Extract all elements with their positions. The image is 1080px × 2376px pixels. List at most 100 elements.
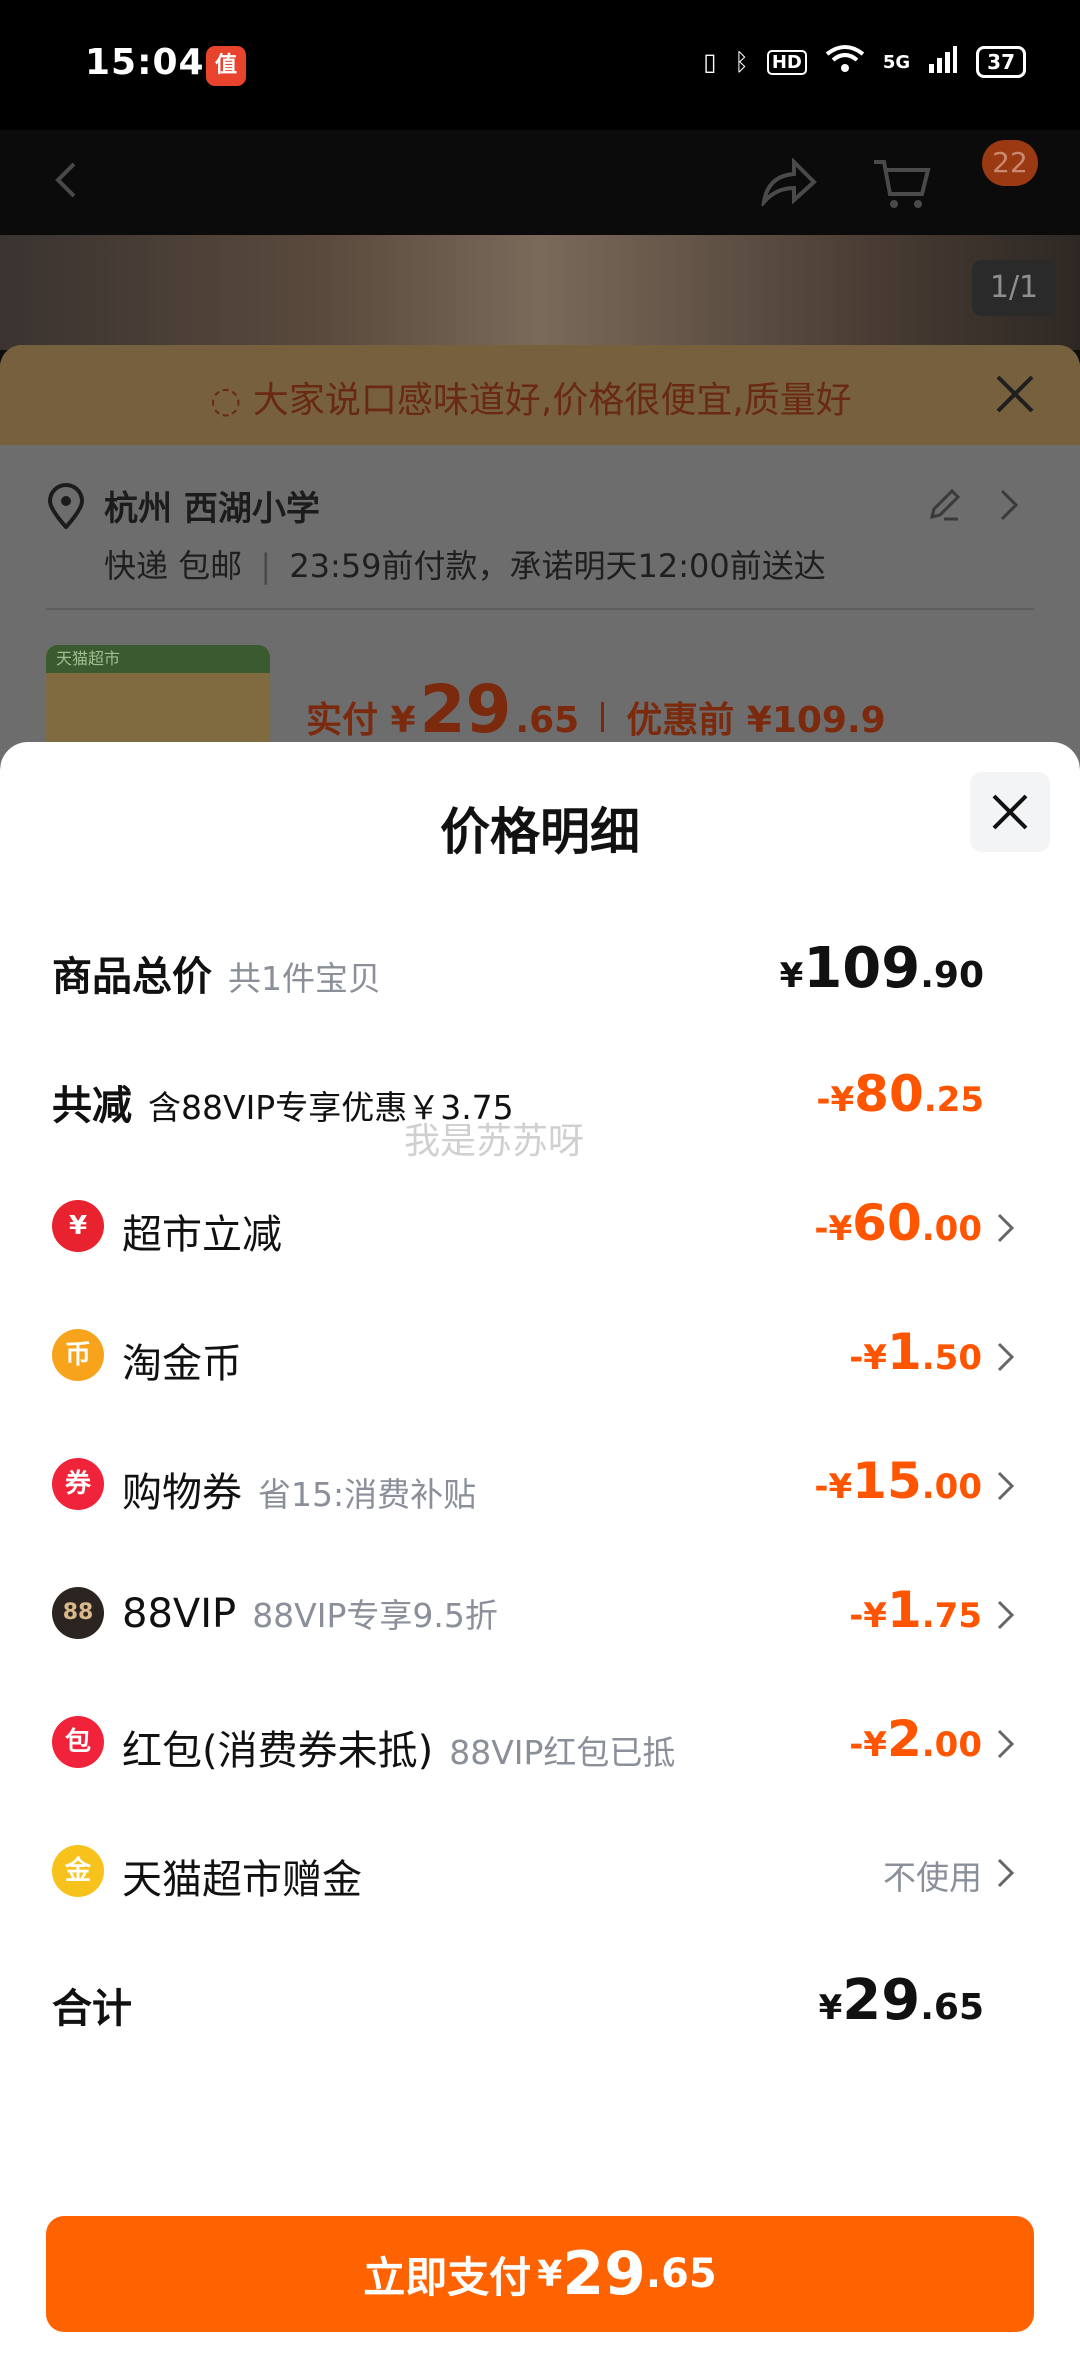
- amount-int: 2: [886, 1710, 922, 1768]
- red-packet-icon: 包: [52, 1716, 104, 1768]
- edit-address-icon[interactable]: [924, 485, 964, 525]
- amount-int: 29: [562, 2239, 646, 2309]
- coupon-icon: 券: [52, 1458, 104, 1510]
- amount-int: 109: [803, 936, 921, 1001]
- row-88vip[interactable]: 88 88VIP 88VIP专享9.5折 -¥1.75: [0, 1565, 1080, 1661]
- row-value: -¥1.50: [849, 1323, 982, 1381]
- row-value: -¥1.75: [849, 1581, 982, 1639]
- currency: -¥: [814, 1467, 853, 1507]
- order-card: ◌ 大家说口感味道好,价格很便宜,质量好 杭州 西湖小学 快递 包邮 | 23:…: [0, 345, 1080, 765]
- currency: -¥: [849, 1596, 887, 1636]
- row-value: -¥2.00: [849, 1710, 982, 1768]
- back-icon[interactable]: [48, 160, 88, 200]
- row-title: 红包(消费券未抵): [122, 1728, 434, 1774]
- row-value: -¥15.00: [814, 1452, 982, 1510]
- close-sheet-button[interactable]: [970, 772, 1050, 852]
- row-label: 天猫超市赠金: [122, 1857, 362, 1903]
- sum-value: ¥29.65: [819, 1968, 984, 2033]
- paid-dec: .65: [515, 700, 580, 741]
- paid-int: 29: [419, 671, 512, 748]
- amount-int: 60: [852, 1194, 922, 1252]
- chevron-right-icon: [997, 1342, 1015, 1372]
- row-shopping-coupon[interactable]: 券 购物券 省15:消费补贴 -¥15.00: [0, 1436, 1080, 1532]
- vip-88-icon: 88: [52, 1587, 104, 1639]
- amount-dec: .90: [920, 955, 984, 996]
- row-label: 超市立减: [122, 1212, 282, 1258]
- banner-close-icon[interactable]: [990, 369, 1040, 419]
- amount-int: 1: [886, 1581, 922, 1639]
- close-icon: [992, 794, 1028, 830]
- row-title: 购物券: [122, 1470, 242, 1516]
- amount-dec: .65: [920, 1987, 984, 2028]
- amount-int: 15: [852, 1452, 922, 1510]
- amount-dec: .50: [921, 1338, 982, 1378]
- row-discount-total: 共减 含88VIP专享优惠￥3.75 -¥80.25: [0, 1049, 1080, 1145]
- sum-label: 合计: [52, 1986, 132, 2032]
- currency: -¥: [849, 1338, 887, 1378]
- yuan-circle-icon: ¥: [52, 1200, 104, 1252]
- total-price-value: ¥109.90: [780, 936, 984, 1001]
- discount-value: -¥80.25: [816, 1065, 984, 1123]
- paid-price: 实付 ¥ 29 .65 优惠前 ¥109.9: [306, 671, 886, 748]
- review-banner-label: 大家说口感味道好,价格很便宜,质量好: [252, 380, 852, 421]
- row-sub: 省15:消费补贴: [258, 1475, 477, 1514]
- hd-icon: HD: [766, 49, 807, 75]
- row-label: 淘金币: [122, 1341, 242, 1387]
- status-time: 15:04: [85, 42, 205, 83]
- currency: ¥: [537, 2253, 563, 2295]
- discount-label: 共减 含88VIP专享优惠￥3.75: [52, 1073, 514, 1131]
- battery-indicator: 37: [976, 46, 1026, 78]
- price-separator: [601, 702, 605, 732]
- amount-dec: .65: [645, 2251, 717, 2297]
- amount-int: 1: [886, 1323, 922, 1381]
- total-price-label: 商品总价 共1件宝贝: [52, 944, 381, 1002]
- chevron-right-icon[interactable]: [998, 485, 1022, 525]
- signal-icon: [928, 44, 958, 80]
- wifi-icon: [825, 44, 865, 80]
- currency: ¥: [779, 956, 804, 996]
- chevron-right-icon: [997, 1213, 1015, 1243]
- amount-int: 80: [854, 1065, 924, 1123]
- app-notification-icon: 值: [206, 46, 246, 86]
- row-value: -¥60.00: [814, 1194, 982, 1252]
- delivery-info: 快递 包邮 | 23:59前付款，承诺明天12:00前送达: [104, 547, 826, 585]
- currency: ¥: [818, 1988, 843, 2028]
- row-title: 88VIP: [122, 1591, 237, 1637]
- row-tmall-gift[interactable]: 金 天猫超市赠金 不使用: [0, 1823, 1080, 1919]
- row-supermarket-discount[interactable]: ¥ 超市立减 -¥60.00: [0, 1178, 1080, 1274]
- product-tag: 天猫超市: [46, 645, 270, 673]
- pay-now-button[interactable]: 立即支付 ¥ 29 .65: [46, 2216, 1034, 2332]
- amount-dec: .00: [921, 1725, 982, 1765]
- amount-int: 29: [842, 1968, 921, 2033]
- network-label: 5G: [882, 51, 911, 73]
- row-label: 88VIP 88VIP专享9.5折: [122, 1589, 498, 1637]
- amount-dec: .75: [921, 1596, 982, 1636]
- cart-icon[interactable]: [872, 156, 932, 212]
- image-pager: 1/1: [972, 260, 1056, 316]
- status-bar: 15:04 值 ▯ ᛒ HD 5G 37: [0, 0, 1080, 130]
- row-label: 红包(消费券未抵) 88VIP红包已抵: [122, 1718, 675, 1776]
- row-label: 购物券 省15:消费补贴: [122, 1460, 476, 1518]
- discount-sub: 含88VIP专享优惠￥3.75: [148, 1088, 514, 1127]
- amount-dec: .00: [921, 1209, 982, 1249]
- total-price-title: 商品总价: [52, 954, 212, 1000]
- location-pin-icon: [46, 483, 86, 531]
- currency: -¥: [849, 1725, 887, 1765]
- chevron-right-icon: [997, 1600, 1015, 1630]
- pay-label: 立即支付: [363, 2252, 532, 2302]
- address-title[interactable]: 杭州 西湖小学: [104, 481, 320, 530]
- row-sub: 88VIP专享9.5折: [252, 1596, 498, 1635]
- delivery-method: 快递 包邮: [104, 547, 243, 585]
- chevron-right-icon: [997, 1729, 1015, 1759]
- gift-status: 不使用: [883, 1858, 982, 1897]
- row-sub: 88VIP红包已抵: [449, 1733, 676, 1772]
- gift-money-icon: 金: [52, 1845, 104, 1897]
- chat-icon: ◌: [210, 380, 242, 421]
- share-icon[interactable]: [760, 157, 818, 209]
- row-taojinbi[interactable]: 币 淘金币 -¥1.50: [0, 1307, 1080, 1403]
- row-red-packet[interactable]: 包 红包(消费券未抵) 88VIP红包已抵 -¥2.00: [0, 1694, 1080, 1790]
- total-price-sub: 共1件宝贝: [228, 959, 381, 998]
- chevron-right-icon: [997, 1471, 1015, 1501]
- sheet-title: 价格明细: [440, 803, 640, 861]
- status-icons: ▯ ᛒ HD 5G 37: [703, 44, 1026, 80]
